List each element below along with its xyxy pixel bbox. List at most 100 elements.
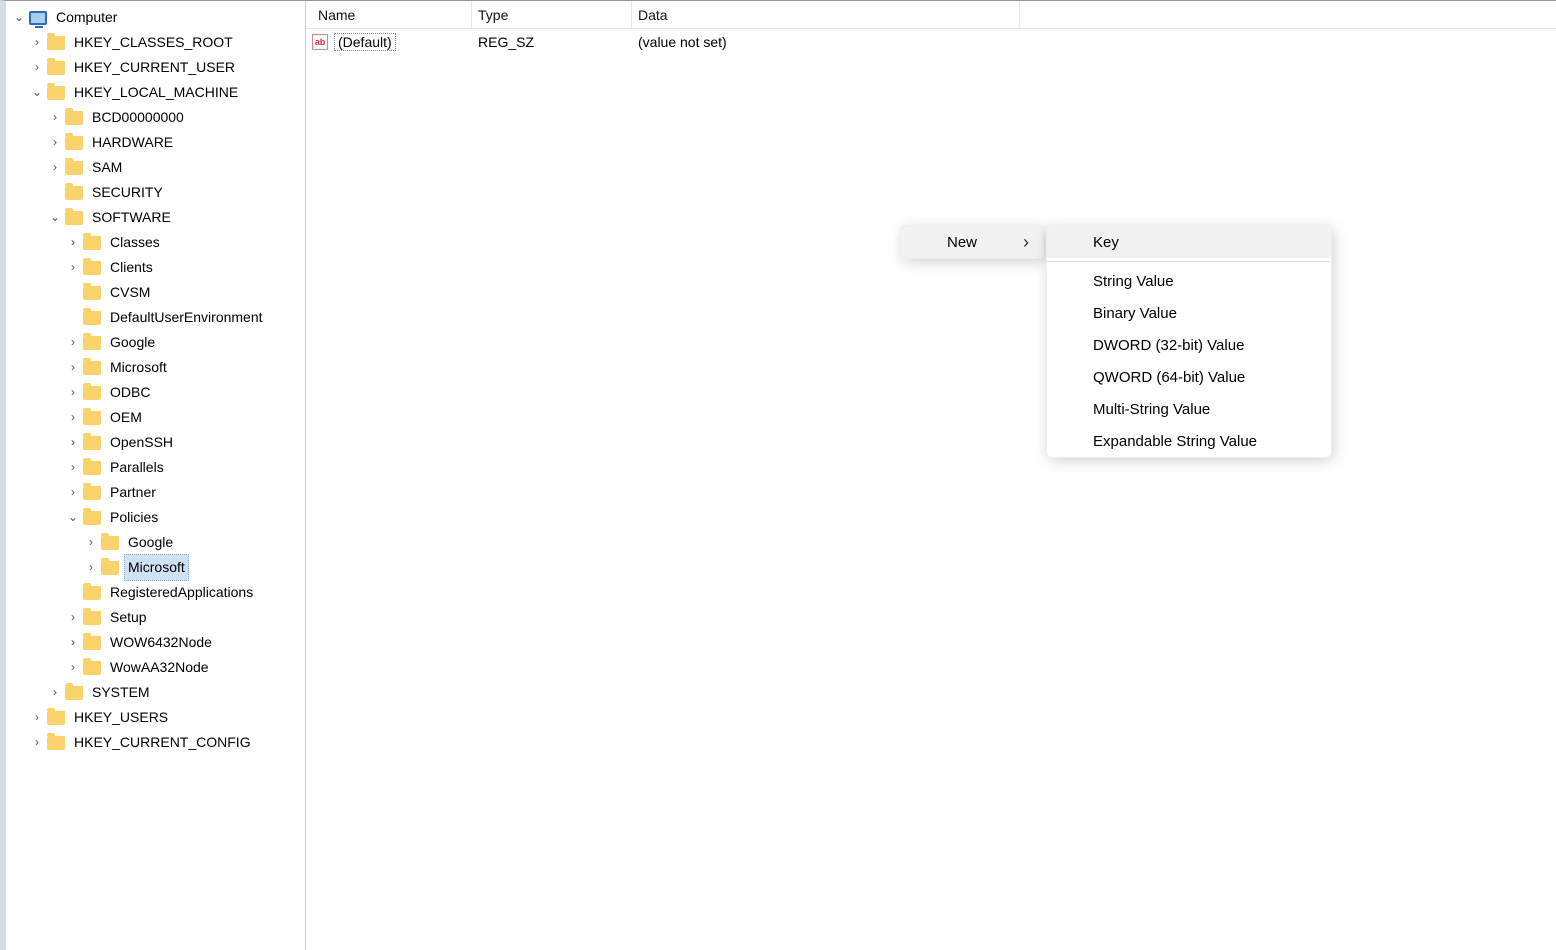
expand-toggle-icon[interactable]: ⌄ bbox=[66, 511, 80, 525]
tree-node-hkcr[interactable]: ›HKEY_CLASSES_ROOT bbox=[30, 30, 305, 55]
tree-label: DefaultUserEnvironment bbox=[106, 305, 267, 330]
expand-toggle-icon[interactable]: › bbox=[66, 486, 80, 500]
expand-toggle-icon[interactable]: › bbox=[84, 536, 98, 550]
tree-label: BCD00000000 bbox=[88, 105, 188, 130]
folder-icon bbox=[83, 511, 101, 525]
expand-toggle-icon[interactable]: › bbox=[48, 686, 62, 700]
value-data: (value not set) bbox=[632, 34, 727, 50]
tree-node-policies[interactable]: ⌄Policies bbox=[66, 505, 305, 530]
tree-label: SYSTEM bbox=[88, 680, 154, 705]
tree-node-hklm[interactable]: ⌄HKEY_LOCAL_MACHINE bbox=[30, 80, 305, 105]
expand-toggle-icon[interactable]: › bbox=[66, 461, 80, 475]
tree-label: HKEY_CURRENT_USER bbox=[70, 55, 239, 80]
tree-node-classes[interactable]: ›Classes bbox=[66, 230, 305, 255]
tree-label-selected: Microsoft bbox=[124, 554, 189, 581]
tree-label: Computer bbox=[52, 5, 121, 30]
expand-toggle-icon[interactable]: › bbox=[66, 336, 80, 350]
tree-node-system[interactable]: › SYSTEM bbox=[48, 680, 305, 705]
expand-toggle-icon[interactable]: › bbox=[66, 261, 80, 275]
tree-node-hkcu[interactable]: › HKEY_CURRENT_USER bbox=[30, 55, 305, 80]
menu-item-string-value[interactable]: String Value bbox=[1047, 265, 1331, 297]
tree-node-policies-google[interactable]: › Google bbox=[84, 530, 305, 555]
expand-toggle-icon[interactable]: › bbox=[66, 386, 80, 400]
expand-toggle-icon[interactable]: ⌄ bbox=[30, 86, 44, 100]
menu-item-binary-value[interactable]: Binary Value bbox=[1047, 297, 1331, 329]
tree-label: SAM bbox=[88, 155, 126, 180]
menu-item-label: Multi-String Value bbox=[1093, 401, 1210, 418]
tree-node-setup[interactable]: ›Setup bbox=[66, 605, 305, 630]
folder-icon bbox=[47, 736, 65, 750]
tree-node-security[interactable]: ·SECURITY bbox=[48, 180, 305, 205]
tree-node-computer[interactable]: ⌄ Computer bbox=[12, 5, 305, 30]
column-header-type[interactable]: Type bbox=[472, 1, 632, 28]
expand-toggle-icon[interactable]: › bbox=[66, 436, 80, 450]
tree-node-wowaa32[interactable]: ›WowAA32Node bbox=[66, 655, 305, 680]
tree-label: HARDWARE bbox=[88, 130, 177, 155]
tree-label: HKEY_USERS bbox=[70, 705, 172, 730]
folder-icon bbox=[83, 486, 101, 500]
tree-node-microsoft[interactable]: › Microsoft bbox=[66, 355, 305, 380]
menu-item-label: Expandable String Value bbox=[1093, 433, 1257, 450]
tree-node-sam[interactable]: › SAM bbox=[48, 155, 305, 180]
tree-node-oem[interactable]: ›OEM bbox=[66, 405, 305, 430]
expand-toggle-icon[interactable]: › bbox=[66, 636, 80, 650]
expand-toggle-icon[interactable]: › bbox=[84, 561, 98, 575]
tree-pane[interactable]: ⌄ Computer ›HKEY_CLASSES_ROOT ›HKEY_CURR… bbox=[6, 1, 306, 950]
values-pane[interactable]: Name Type Data ab (Default) REG_SZ (valu… bbox=[306, 1, 1556, 950]
menu-item-label: QWORD (64-bit) Value bbox=[1093, 369, 1245, 386]
tree-node-policies-microsoft[interactable]: › Microsoft bbox=[84, 555, 305, 580]
expand-toggle-icon[interactable]: › bbox=[48, 161, 62, 175]
menu-item-multistring-value[interactable]: Multi-String Value bbox=[1047, 393, 1331, 425]
menu-item-dword-value[interactable]: DWORD (32-bit) Value bbox=[1047, 329, 1331, 361]
expand-toggle-icon[interactable]: › bbox=[66, 411, 80, 425]
tree-node-odbc[interactable]: › ODBC bbox=[66, 380, 305, 405]
context-menu: New bbox=[900, 225, 1044, 259]
tree-node-google[interactable]: ›Google bbox=[66, 330, 305, 355]
menu-separator bbox=[1047, 261, 1331, 262]
tree-node-hkcc[interactable]: ›HKEY_CURRENT_CONFIG bbox=[30, 730, 305, 755]
tree-node-clients[interactable]: ›Clients bbox=[66, 255, 305, 280]
tree-label: ODBC bbox=[106, 380, 154, 405]
folder-icon bbox=[47, 711, 65, 725]
expand-toggle-icon[interactable]: › bbox=[66, 361, 80, 375]
expand-toggle-icon[interactable]: › bbox=[30, 36, 44, 50]
expand-toggle-icon[interactable]: › bbox=[48, 111, 62, 125]
tree-node-bcd[interactable]: › BCD00000000 bbox=[48, 105, 305, 130]
menu-item-qword-value[interactable]: QWORD (64-bit) Value bbox=[1047, 361, 1331, 393]
tree-label: WOW6432Node bbox=[106, 630, 216, 655]
computer-icon bbox=[29, 11, 47, 25]
tree-label: Google bbox=[124, 530, 177, 555]
menu-item-label: Binary Value bbox=[1093, 305, 1177, 322]
expand-toggle-icon[interactable]: › bbox=[30, 711, 44, 725]
expand-toggle-icon[interactable]: › bbox=[30, 736, 44, 750]
expand-toggle-icon[interactable]: › bbox=[66, 236, 80, 250]
tree-node-hardware[interactable]: › HARDWARE bbox=[48, 130, 305, 155]
folder-icon bbox=[101, 536, 119, 550]
expand-toggle-icon[interactable]: › bbox=[66, 611, 80, 625]
menu-item-expandstring-value[interactable]: Expandable String Value bbox=[1047, 425, 1331, 457]
tree-node-parallels[interactable]: ›Parallels bbox=[66, 455, 305, 480]
tree-node-openssh[interactable]: › OpenSSH bbox=[66, 430, 305, 455]
menu-item-new[interactable]: New bbox=[901, 226, 1043, 258]
tree-node-wow6432[interactable]: › WOW6432Node bbox=[66, 630, 305, 655]
column-headers: Name Type Data bbox=[306, 1, 1556, 29]
tree-label: OpenSSH bbox=[106, 430, 177, 455]
tree-label: Microsoft bbox=[106, 355, 171, 380]
expand-toggle-icon[interactable]: ⌄ bbox=[12, 11, 26, 25]
expand-toggle-icon[interactable]: ⌄ bbox=[48, 211, 62, 225]
folder-icon bbox=[83, 386, 101, 400]
expand-toggle-icon[interactable]: › bbox=[30, 61, 44, 75]
column-header-name[interactable]: Name bbox=[312, 1, 472, 28]
column-header-data[interactable]: Data bbox=[632, 1, 1020, 28]
tree-node-partner[interactable]: ›Partner bbox=[66, 480, 305, 505]
value-row-default[interactable]: ab (Default) REG_SZ (value not set) bbox=[306, 29, 1556, 55]
tree-node-defaultuserenv[interactable]: ·DefaultUserEnvironment bbox=[66, 305, 305, 330]
folder-icon bbox=[83, 236, 101, 250]
expand-toggle-icon[interactable]: › bbox=[48, 136, 62, 150]
tree-node-cvsm[interactable]: ·CVSM bbox=[66, 280, 305, 305]
tree-node-hku[interactable]: › HKEY_USERS bbox=[30, 705, 305, 730]
menu-item-key[interactable]: Key bbox=[1047, 226, 1331, 258]
tree-node-software[interactable]: ⌄SOFTWARE bbox=[48, 205, 305, 230]
tree-node-registeredapps[interactable]: ·RegisteredApplications bbox=[66, 580, 305, 605]
expand-toggle-icon[interactable]: › bbox=[66, 661, 80, 675]
